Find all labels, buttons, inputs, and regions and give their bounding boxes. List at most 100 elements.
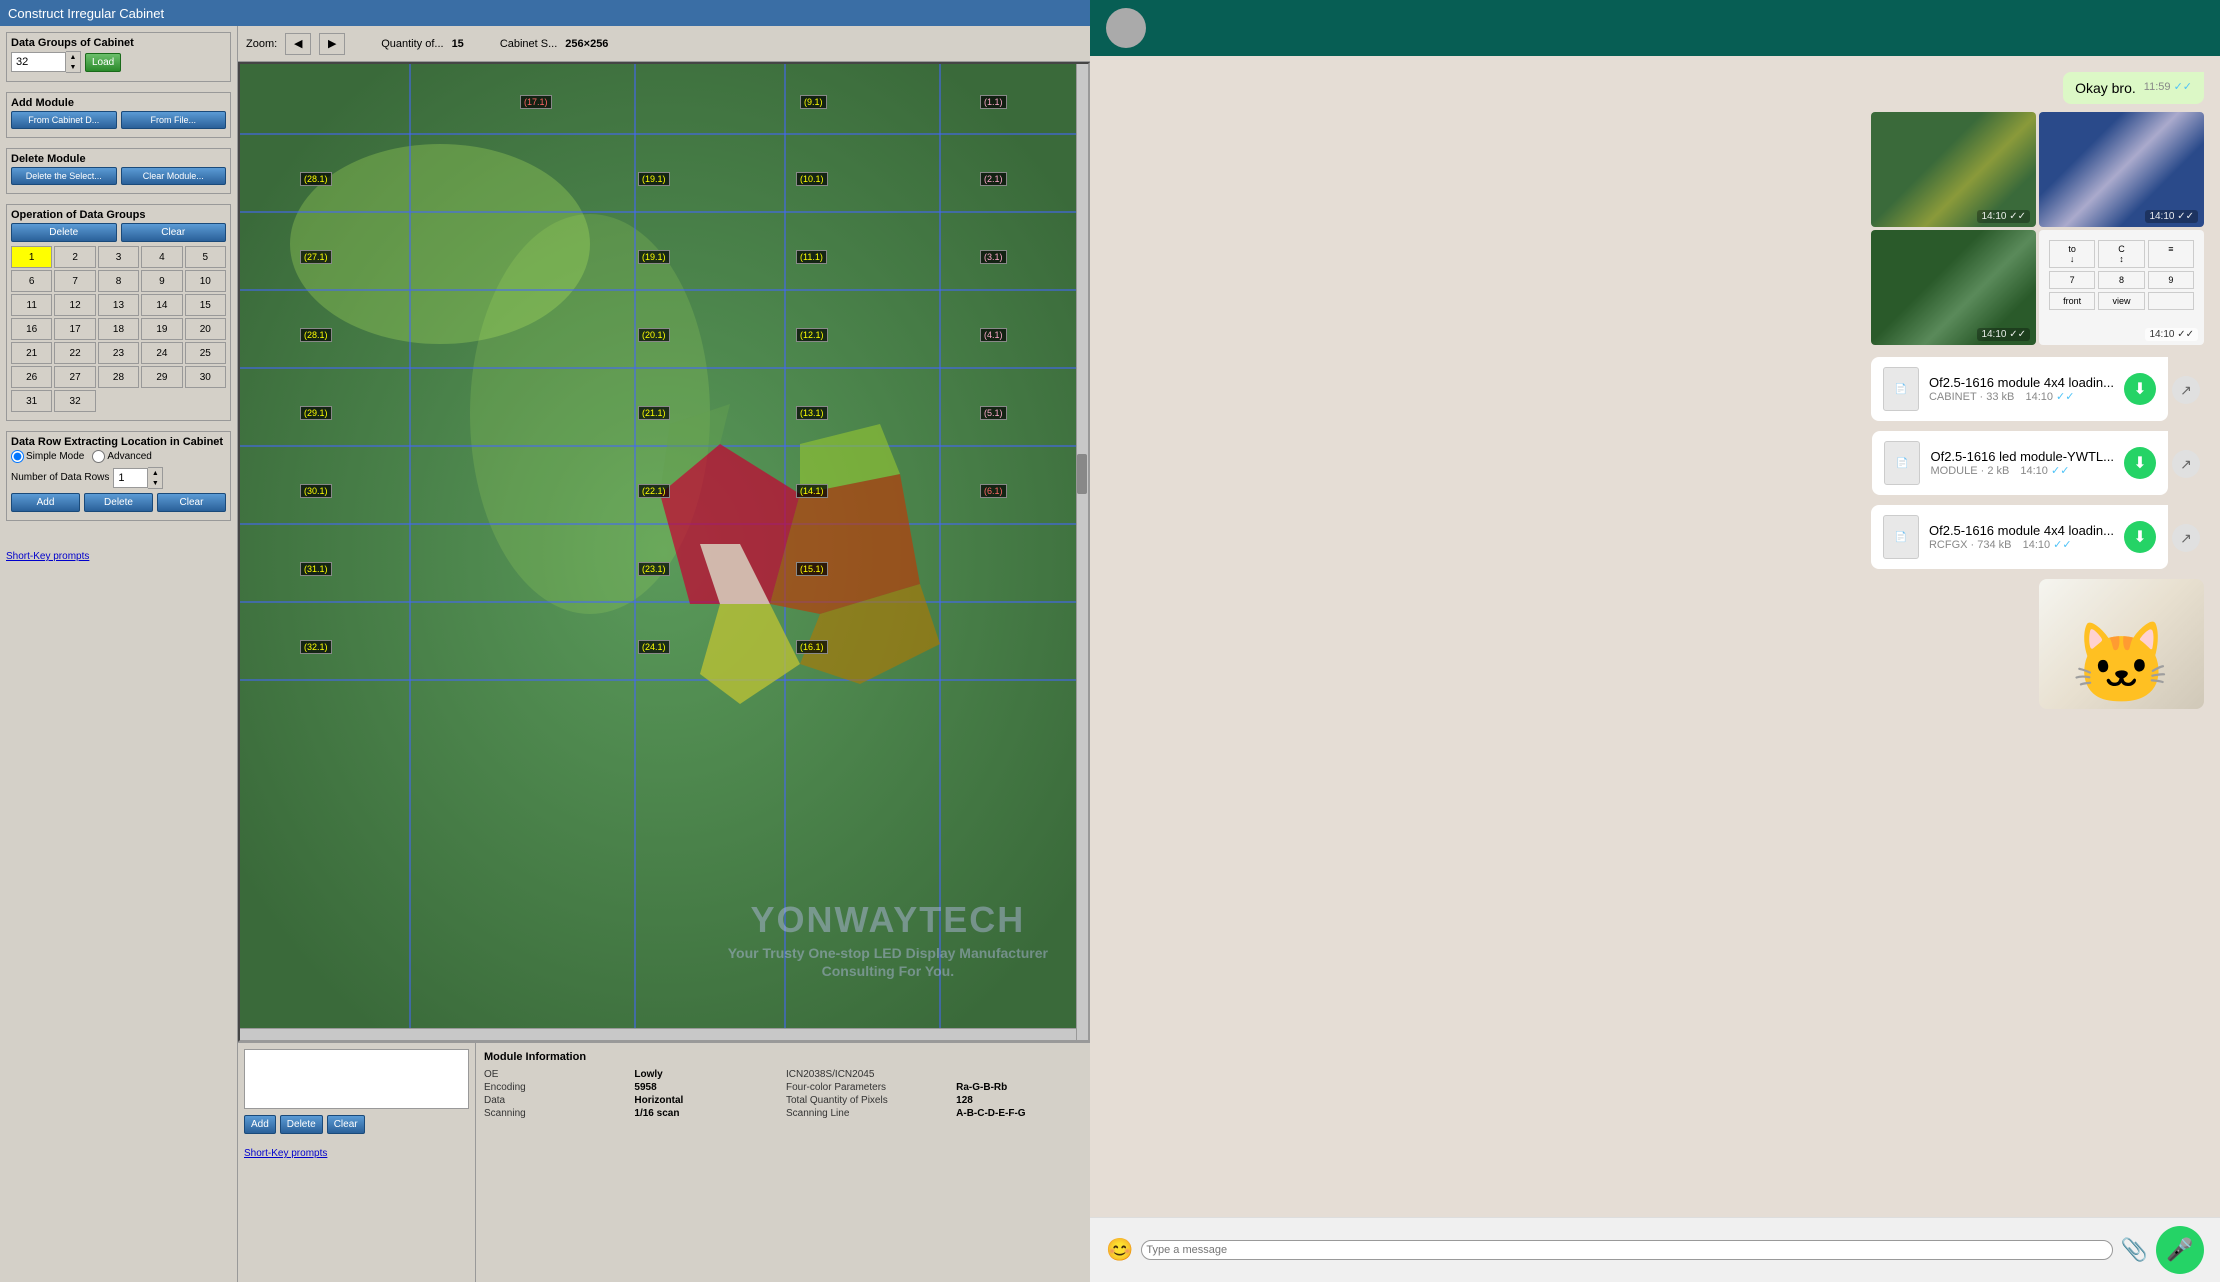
from-file-button[interactable]: From File... <box>121 111 227 129</box>
delete-row-button[interactable]: Delete <box>84 493 153 512</box>
module-info-title: Module Information <box>484 1051 1082 1063</box>
from-cabinet-button[interactable]: From Cabinet D... <box>11 111 117 129</box>
file-3-row: ↗ 📄 Of2.5-1616 module 4x4 loadin... RCFG… <box>1106 505 2204 571</box>
num-btn-28[interactable]: 28 <box>98 366 139 388</box>
four-color-value: Ra-G-B-Rb <box>956 1082 1082 1093</box>
num-btn-11[interactable]: 11 <box>11 294 52 316</box>
add-bottom-button[interactable]: Add <box>244 1115 276 1134</box>
sidebar: Data Groups of Cabinet 32 ▲ ▼ Load Add M… <box>0 26 238 1282</box>
num-btn-12[interactable]: 12 <box>54 294 95 316</box>
clear-row-button[interactable]: Clear <box>157 493 226 512</box>
media-thumb-4[interactable]: to↓C↕≡ 789 frontview 14:10 ✓✓ <box>2039 230 2204 345</box>
grid-canvas[interactable]: (17.1) (9.1) (1.1) (28.1) (19.1) (10.1) … <box>238 62 1090 1042</box>
forward-btn-1[interactable]: ↗ <box>2172 376 2200 404</box>
num-btn-17[interactable]: 17 <box>54 318 95 340</box>
num-btn-13[interactable]: 13 <box>98 294 139 316</box>
spinbox-up[interactable]: ▲ <box>66 52 80 62</box>
num-btn-20[interactable]: 20 <box>185 318 226 340</box>
media-time-2: 14:10 ✓✓ <box>2145 210 2198 223</box>
clear-module-button[interactable]: Clear Module... <box>121 167 227 185</box>
emoji-button[interactable]: 😊 <box>1106 1237 1133 1263</box>
send-button[interactable]: 🎤 <box>2156 1226 2204 1274</box>
num-btn-6[interactable]: 6 <box>11 270 52 292</box>
chat-input[interactable] <box>1141 1240 2112 1260</box>
num-btn-24[interactable]: 24 <box>141 342 182 364</box>
data-groups-label: Data Groups of Cabinet <box>11 37 226 49</box>
scanning-value: 1/16 scan <box>634 1108 780 1119</box>
canvas-scrollbar[interactable] <box>1076 64 1088 1040</box>
cell-label-20-1: (20.1) <box>638 325 670 343</box>
attach-button[interactable]: 📎 <box>2121 1237 2148 1263</box>
num-btn-26[interactable]: 26 <box>11 366 52 388</box>
num-btn-7[interactable]: 7 <box>54 270 95 292</box>
num-btn-8[interactable]: 8 <box>98 270 139 292</box>
num-rows-input[interactable]: 1 <box>113 468 148 488</box>
clear-operation-button[interactable]: Clear <box>121 223 227 242</box>
delete-operation-button[interactable]: Delete <box>11 223 117 242</box>
num-btn-15[interactable]: 15 <box>185 294 226 316</box>
rows-spinbox-up[interactable]: ▲ <box>148 468 162 478</box>
num-btn-22[interactable]: 22 <box>54 342 95 364</box>
num-btn-18[interactable]: 18 <box>98 318 139 340</box>
scan-line-label: Scanning Line <box>786 1108 944 1119</box>
app-title: Construct Irregular Cabinet <box>8 6 164 21</box>
download-btn-2[interactable]: ⬇ <box>2124 447 2156 479</box>
num-btn-1[interactable]: 1 <box>11 246 52 268</box>
chat-messages[interactable]: Okay bro. 11:59 ✓✓ 14:10 ✓✓ 14:10 ✓✓ 14:… <box>1090 56 2220 1217</box>
forward-btn-3[interactable]: ↗ <box>2172 524 2200 552</box>
notes-textarea[interactable] <box>244 1049 469 1109</box>
clear-bottom-button[interactable]: Clear <box>327 1115 365 1134</box>
chat-header <box>1090 0 2220 56</box>
media-thumb-3[interactable]: 14:10 ✓✓ <box>1871 230 2036 345</box>
num-btn-27[interactable]: 27 <box>54 366 95 388</box>
num-btn-32[interactable]: 32 <box>54 390 95 412</box>
delete-bottom-button[interactable]: Delete <box>280 1115 323 1134</box>
num-btn-4[interactable]: 4 <box>141 246 182 268</box>
num-btn-2[interactable]: 2 <box>54 246 95 268</box>
num-btn-14[interactable]: 14 <box>141 294 182 316</box>
media-time-1: 14:10 ✓✓ <box>1977 210 2030 223</box>
oe-value: Lowly <box>634 1069 780 1080</box>
cell-label-28-1b: (28.1) <box>300 325 332 343</box>
file-icon-1: 📄 <box>1883 367 1919 411</box>
num-btn-30[interactable]: 30 <box>185 366 226 388</box>
download-btn-3[interactable]: ⬇ <box>2124 521 2156 553</box>
num-btn-16[interactable]: 16 <box>11 318 52 340</box>
download-btn-1[interactable]: ⬇ <box>2124 373 2156 405</box>
num-btn-19[interactable]: 19 <box>141 318 182 340</box>
shortcut-link-bottom[interactable]: Short-Key prompts <box>244 1148 469 1159</box>
delete-select-button[interactable]: Delete the Select... <box>11 167 117 185</box>
oe-label: OE <box>484 1069 622 1080</box>
canvas-hscrollbar[interactable] <box>240 1028 1076 1040</box>
file-name-1: Of2.5-1616 module 4x4 loadin... <box>1929 375 2114 390</box>
simple-mode-radio[interactable]: Simple Mode <box>11 450 84 463</box>
spinbox-down[interactable]: ▼ <box>66 62 80 72</box>
zoom-out-button[interactable]: ▶ <box>319 33 345 55</box>
data-groups-input[interactable]: 32 <box>11 52 66 72</box>
media-thumb-1[interactable]: 14:10 ✓✓ <box>1871 112 2036 227</box>
advanced-radio[interactable]: Advanced <box>92 450 151 463</box>
scan-line-value: A-B-C-D-E-F-G <box>956 1108 1082 1119</box>
num-btn-5[interactable]: 5 <box>185 246 226 268</box>
num-btn-3[interactable]: 3 <box>98 246 139 268</box>
num-btn-23[interactable]: 23 <box>98 342 139 364</box>
total-pixels-value: 128 <box>956 1095 1082 1106</box>
cell-label-11-1: (11.1) <box>796 247 827 265</box>
add-row-button[interactable]: Add <box>11 493 80 512</box>
rows-spinbox-down[interactable]: ▼ <box>148 478 162 488</box>
num-btn-31[interactable]: 31 <box>11 390 52 412</box>
forward-btn-2[interactable]: ↗ <box>2172 450 2200 478</box>
grid-svg <box>240 64 1088 1040</box>
num-btn-21[interactable]: 21 <box>11 342 52 364</box>
media-thumb-2[interactable]: 14:10 ✓✓ <box>2039 112 2204 227</box>
num-btn-9[interactable]: 9 <box>141 270 182 292</box>
num-btn-10[interactable]: 10 <box>185 270 226 292</box>
encoding-label: Encoding <box>484 1082 622 1093</box>
data-groups-spinbox[interactable]: 32 ▲ ▼ <box>11 51 81 73</box>
num-btn-29[interactable]: 29 <box>141 366 182 388</box>
load-button[interactable]: Load <box>85 53 121 72</box>
media-grid-message: 14:10 ✓✓ 14:10 ✓✓ 14:10 ✓✓ to↓C↕≡ 789 fr… <box>1106 112 2204 349</box>
num-btn-25[interactable]: 25 <box>185 342 226 364</box>
shortcut-link[interactable]: Short-Key prompts <box>6 551 231 562</box>
zoom-in-button[interactable]: ◀ <box>285 33 311 55</box>
